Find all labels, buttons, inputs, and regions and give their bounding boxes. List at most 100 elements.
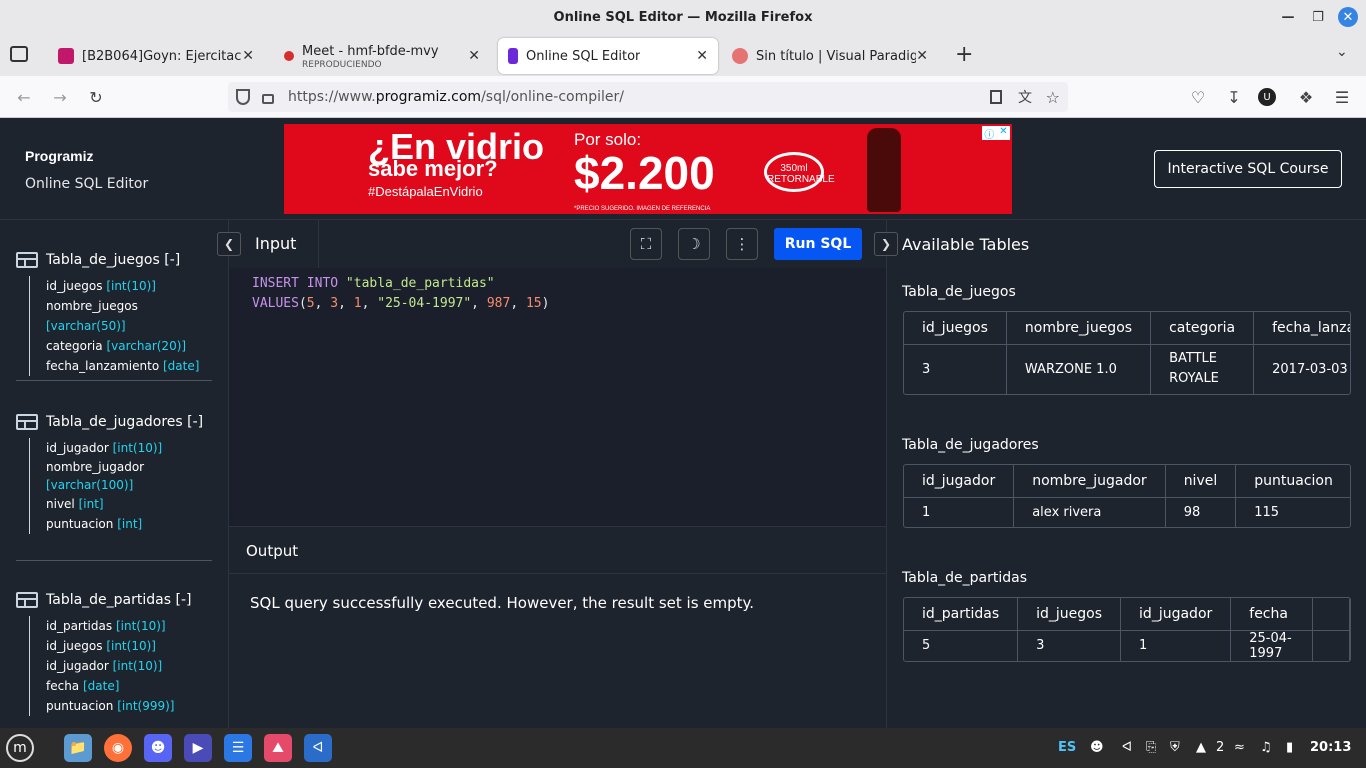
text-editor-icon[interactable]: ☰ [224,734,252,762]
column-item: id_jugador [int(10)] [46,441,163,455]
tab-list-icon[interactable] [10,46,28,62]
table-row: 5 3 1 25-04-1997 [904,630,1350,661]
discord-icon[interactable]: ☻ [144,734,172,762]
result-table-partidas: id_partidas id_juegos id_jugador fecha 5… [903,597,1351,662]
table-header: puntuacion [1235,465,1350,498]
result-table-name: Tabla_de_jugadores [902,437,1039,453]
table-cell [1312,630,1350,661]
reader-view-icon[interactable] [990,90,1002,104]
shield-tray-icon[interactable]: ⛨ [1170,740,1180,755]
tab-visual-paradigm[interactable]: Sin título | Visual Paradigm O ✕ [722,38,938,74]
bluetooth-tray-icon[interactable]: ᐊ [1122,740,1132,755]
table-icon [16,252,38,268]
tab-label: Meet - hmf-bfde-mvy [302,43,439,59]
files-icon[interactable]: 📁 [64,734,92,762]
ad-close-icon[interactable]: ⓘ ✕ [982,126,1010,141]
update-count: 2 [1216,740,1225,755]
run-sql-button[interactable]: Run SQL [774,228,862,260]
close-icon[interactable]: ✕ [1338,7,1358,27]
table-row: 1 alex rivera 98 115 [904,497,1350,527]
programiz-logo[interactable]: Programiz [25,148,93,164]
shield-icon[interactable] [236,89,250,105]
column-item: nombre_juegos [varchar(50)] [46,299,138,333]
page-header: Programiz Online SQL Editor ¿En vidrio s… [0,118,1366,220]
wifi-icon[interactable]: ≈ [1234,740,1245,755]
programiz-favicon-icon [508,48,518,64]
close-tab-icon[interactable]: ✕ [696,48,708,64]
table-cell: 1 [904,497,1015,527]
image-viewer-icon[interactable]: ⛰ [264,734,292,762]
tab-label: Sin título | Visual Paradigm O [756,48,917,64]
column-item: id_partidas [int(10)] [46,619,166,633]
sound-icon[interactable]: ♫ [1260,740,1272,755]
table-cell: 3 [1017,630,1122,661]
url-bar[interactable]: https://www. programiz.com/sql/online-com… [228,82,1068,112]
sql-code-editor[interactable]: INSERT INTO "tabla_de_partidas" VALUES(5… [229,268,887,526]
advertisement-banner[interactable]: ¿En vidrio sabe mejor? #DestápalaEnVidri… [284,124,1012,214]
battery-icon[interactable]: ▮ [1286,740,1293,755]
minimize-icon[interactable]: — [1278,7,1298,27]
table-header: id_jugador [1120,598,1232,631]
downloads-icon[interactable]: ↧ [1222,85,1246,109]
tab-online-sql-editor[interactable]: Online SQL Editor ✕ [498,38,718,74]
audio-playing-icon[interactable] [284,51,294,61]
editor-panel: Input ❮ ⛶ ☽ ⋮ Run SQL INSERT INTO "tabla… [217,220,887,728]
result-table-juegos: id_juegos nombre_juegos categoria fecha_… [903,311,1351,395]
table-header: fecha [1230,598,1313,631]
restore-icon[interactable]: ❐ [1308,7,1328,27]
table-name[interactable]: Tabla_de_juegos [-] [46,252,180,268]
tab-ejercitacion[interactable]: [B2B064]Goyn: Ejercitación ✕ [48,38,264,74]
column-item: fecha [date] [46,679,120,693]
table-name[interactable]: Tabla_de_partidas [-] [46,592,191,608]
extensions-icon[interactable]: ❖ [1294,85,1318,109]
code-line-2: VALUES(5, 3, 1, "25-04-1997", 987, 15) [252,296,550,311]
table-header: nombre_jugador [1013,465,1166,498]
close-tab-icon[interactable]: ✕ [468,48,480,64]
clock[interactable]: 20:13 [1310,740,1351,755]
ad-fine-print: *PRECIO SUGERIDO. IMAGEN DE REFERENCIA [574,206,711,212]
fullscreen-icon[interactable]: ⛶ [630,228,662,260]
collapse-sidebar-icon[interactable]: ❮ [217,232,241,256]
firefox-icon[interactable]: ◉ [104,734,132,762]
divider [16,380,212,381]
media-player-icon[interactable]: ▶ [184,734,212,762]
table-cell: 115 [1254,504,1280,520]
tab-input[interactable]: Input [241,220,319,268]
sidebar-table-jugadores[interactable]: Tabla_de_jugadores [-] id_jugador [int(1… [16,412,212,534]
bluetooth-icon[interactable]: ᐊ [304,734,332,762]
lock-icon[interactable] [262,94,274,104]
table-cell: 2017-03-03 [1253,344,1350,394]
tab-meet[interactable]: Meet - hmf-bfde-mvy REPRODUCIENDO ✕ [274,38,490,74]
menu-icon[interactable]: ☰ [1330,85,1354,109]
table-icon [16,414,38,430]
more-options-icon[interactable]: ⋮ [726,228,758,260]
bookmark-star-icon[interactable]: ☆ [1046,88,1060,107]
sidebar-table-partidas[interactable]: Tabla_de_partidas [-] id_partidas [int(1… [16,590,212,716]
window-titlebar: Online SQL Editor — Mozilla Firefox — ❐ … [0,0,1366,34]
table-name[interactable]: Tabla_de_jugadores [-] [46,414,203,430]
discord-tray-icon[interactable]: ☻ [1090,740,1104,755]
clipboard-icon[interactable]: ⎘ [1146,740,1156,755]
back-icon[interactable]: ← [12,85,36,109]
new-tab-icon[interactable]: + [955,42,973,67]
collapse-panel-icon[interactable]: ❯ [874,232,898,256]
interactive-sql-course-button[interactable]: Interactive SQL Course [1154,150,1342,188]
table-header: nombre_juegos [1006,312,1152,345]
close-tab-icon[interactable]: ✕ [916,48,928,64]
reload-icon[interactable]: ↻ [84,85,108,109]
translate-icon[interactable]: 文 [1018,87,1032,107]
forward-icon[interactable]: → [48,85,72,109]
mint-menu-icon[interactable]: m [6,734,34,762]
available-tables-title: Available Tables [902,235,1030,254]
close-tab-icon[interactable]: ✕ [242,48,254,64]
column-item: id_juegos [int(10)] [46,279,156,293]
table-cell: 1 [1120,630,1232,661]
chevron-down-icon[interactable]: ⌄ [1336,44,1348,60]
ublock-icon[interactable]: U [1258,88,1276,106]
sidebar-table-juegos[interactable]: Tabla_de_juegos [-] id_juegos [int(10)] … [16,250,212,376]
update-icon[interactable]: ▲ [1196,740,1206,755]
dark-mode-icon[interactable]: ☽ [678,228,710,260]
table-header: nivel [1165,465,1237,498]
pocket-icon[interactable]: ♡ [1186,85,1210,109]
keyboard-layout[interactable]: ES [1058,740,1076,755]
